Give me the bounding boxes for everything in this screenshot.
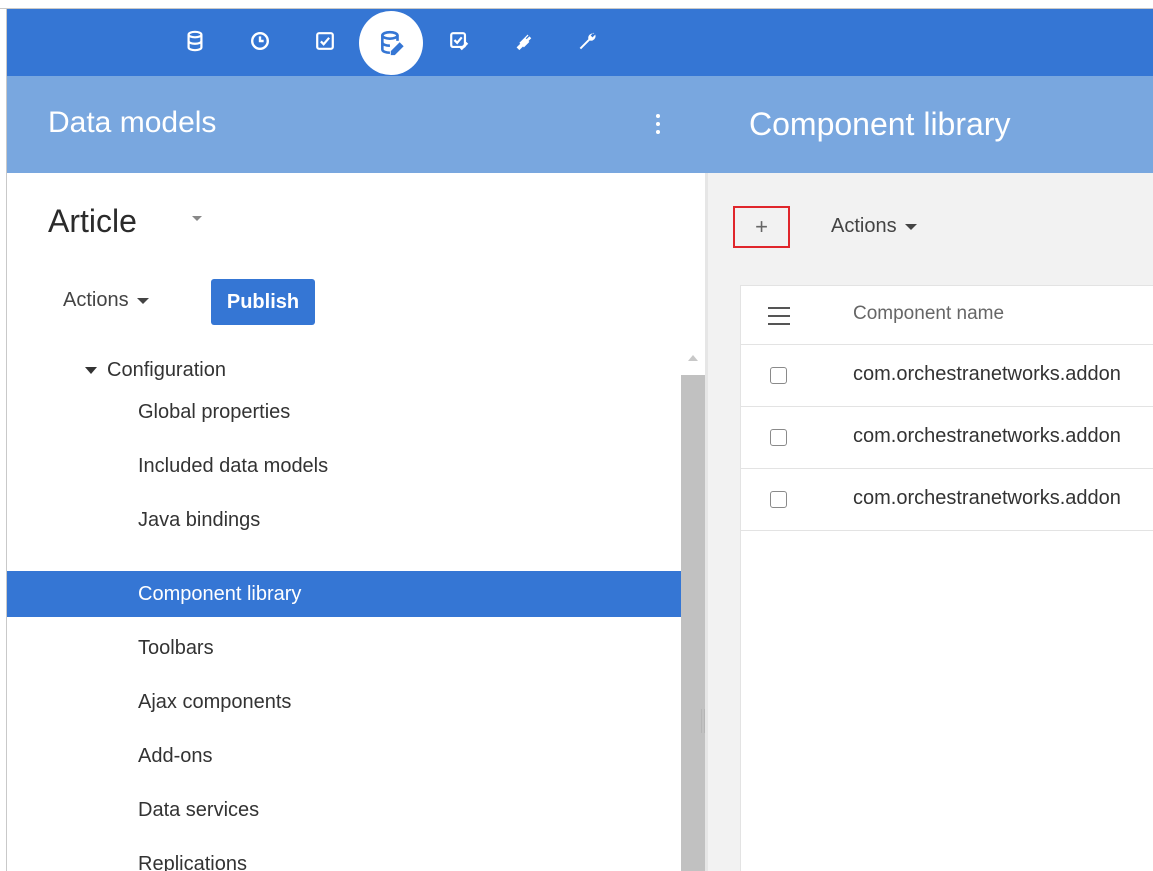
tree-item-java-bindings[interactable]: Java bindings — [7, 497, 681, 543]
column-menu-icon[interactable] — [768, 307, 790, 325]
tree-item-toolbars[interactable]: Toolbars — [7, 625, 681, 671]
data-model-navigation-panel: Article Actions Publish Configuration Gl… — [7, 173, 708, 871]
record-dropdown-icon[interactable] — [192, 216, 202, 221]
actions-menu-button[interactable]: Actions — [63, 289, 149, 312]
row-checkbox[interactable] — [770, 429, 787, 446]
tree-node-label: Configuration — [107, 359, 226, 381]
add-component-button[interactable]: + — [733, 206, 790, 248]
app-window: Data models Component library Article Ac… — [7, 9, 1153, 871]
tree-item-replications[interactable]: Replications — [7, 841, 681, 871]
table-row[interactable]: com.orchestranetworks.addon — [741, 345, 1153, 407]
tree-item-global-properties[interactable]: Global properties — [7, 389, 681, 435]
component-library-title: Component library — [749, 106, 1011, 142]
publish-button[interactable]: Publish — [211, 279, 315, 325]
table-row[interactable]: com.orchestranetworks.addon — [741, 469, 1153, 531]
row-checkbox[interactable] — [770, 491, 787, 508]
row-checkbox[interactable] — [770, 367, 787, 384]
actions-label: Actions — [831, 215, 897, 237]
splitter-grip-icon[interactable] — [701, 709, 707, 733]
clock-icon[interactable] — [242, 23, 278, 59]
table-row[interactable]: com.orchestranetworks.addon — [741, 407, 1153, 469]
tree-item-add-ons[interactable]: Add-ons — [7, 733, 681, 779]
chevron-down-icon — [904, 223, 917, 230]
tree-item-component-library[interactable]: Component library — [7, 571, 681, 617]
scroll-up-arrow-icon[interactable] — [688, 355, 698, 361]
tree-item-data-services[interactable]: Data services — [7, 787, 681, 833]
expand-triangle-icon[interactable] — [85, 367, 97, 374]
plug-icon[interactable] — [505, 23, 541, 59]
actions-menu-button[interactable]: Actions — [831, 215, 917, 238]
tree-scrollbar[interactable] — [681, 349, 705, 871]
more-options-icon[interactable] — [650, 109, 666, 139]
chevron-down-icon — [136, 297, 149, 304]
data-models-title: Data models — [48, 106, 217, 139]
checkbox-icon[interactable] — [307, 23, 343, 59]
tree-item-included-data-models[interactable]: Included data models — [7, 443, 681, 489]
data-model-icon[interactable] — [359, 11, 423, 75]
component-name-cell: com.orchestranetworks.addon — [853, 487, 1121, 509]
component-name-cell: com.orchestranetworks.addon — [853, 363, 1121, 385]
component-library-panel: + Actions Component name com.orchestrane… — [708, 173, 1153, 871]
component-table: Component name com.orchestranetworks.add… — [740, 285, 1153, 871]
record-title: Article — [48, 203, 137, 239]
tree-item-ajax-components[interactable]: Ajax components — [7, 679, 681, 725]
database-icon[interactable] — [177, 23, 213, 59]
table-header: Component name — [741, 286, 1153, 345]
top-navigation-bar — [7, 9, 1153, 76]
checklist-edit-icon[interactable] — [441, 23, 477, 59]
tree-node-configuration[interactable]: Configuration — [85, 359, 226, 382]
actions-label: Actions — [63, 289, 129, 311]
component-name-cell: com.orchestranetworks.addon — [853, 425, 1121, 447]
scrollbar-thumb[interactable] — [681, 375, 705, 871]
wrench-icon[interactable] — [569, 23, 605, 59]
column-header-component-name[interactable]: Component name — [853, 303, 1004, 325]
